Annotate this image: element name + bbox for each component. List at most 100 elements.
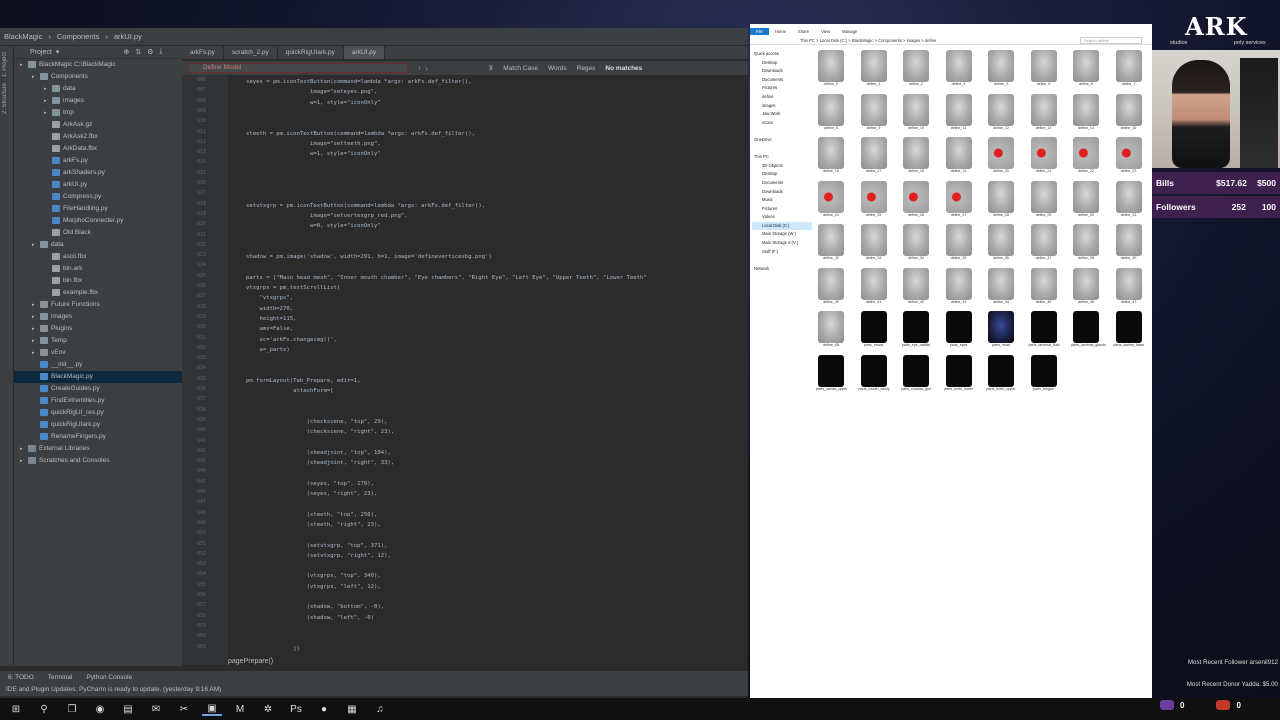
image-thumbnail[interactable]: define_38 [1071,224,1101,264]
image-thumbnail[interactable]: define_18 [901,137,931,177]
expand-arrow-icon[interactable]: ▸ [44,107,52,119]
code-line[interactable]: (vtxgrps, "top", 340), [246,571,381,581]
nav-pane-item[interactable]: Network [752,265,812,274]
image-thumbnail[interactable]: define_24 [816,180,846,221]
code-line[interactable]: a=_parts) [246,345,289,355]
collapse-icon[interactable]: ⇅ [135,48,141,56]
image-thumbnail[interactable]: define_39 [1114,224,1144,264]
image-thumbnail[interactable]: define_8 [816,93,846,134]
tree-item[interactable]: __init__.py [14,359,182,371]
nav-pane-item[interactable]: Downloads [752,188,812,197]
code-line[interactable]: vtxgrps = pm.textScrollList( [246,283,340,293]
image-thumbnail[interactable]: parts_lashes_upper [816,354,848,395]
code-line[interactable]: (checkscene, "right", 23), [246,427,395,437]
expand-arrow-icon[interactable]: ▸ [20,455,28,467]
match-case-toggle[interactable]: Match Case [503,65,538,72]
structure-toolwindow-tab[interactable]: 2: Structure [2,83,8,114]
editor-tab[interactable]: quickRigUIark.py [278,46,344,59]
tree-item[interactable]: ▸ images [14,311,182,323]
locate-icon[interactable]: ⊕ [123,48,129,56]
image-thumbnail[interactable]: define_12 [986,93,1016,134]
code-line[interactable]: (sheadjoint, "right", 33), [246,458,395,468]
greenshot-icon[interactable]: ▦ [342,702,362,716]
expand-arrow-icon[interactable]: ▸ [44,83,52,95]
tree-item[interactable]: ArkData.fbx [14,143,182,155]
nav-pane-item[interactable]: This PC [752,153,812,162]
code-line[interactable]: sc='arkFs.changeimg()', [246,335,336,345]
code-line[interactable]: "vtxgrps", [246,293,293,303]
image-thumbnail[interactable]: define_3 [944,50,974,90]
nav-pane-item[interactable]: Downloads [752,67,812,76]
expand-arrow-icon[interactable]: ▸ [32,335,40,347]
nav-pane-item[interactable]: Main Storage (W:) [752,230,812,239]
image-thumbnail[interactable]: parts_brows [859,311,889,351]
tree-item[interactable]: ▸ vEnv [14,347,182,359]
editor-tab[interactable]: arkUI.py [343,46,386,59]
tree-item[interactable]: example.fbx [14,287,182,299]
nav-pane-item[interactable] [752,127,812,136]
nav-pane-item[interactable] [752,256,812,265]
editor-tab[interactable]: arkFs.py [182,46,224,59]
code-line[interactable]: w=1, style="iconOnly" [246,98,381,108]
code-line[interactable]: image="setvertexgrp_red.png", [246,211,408,221]
tree-item[interactable]: MorphoConnecter.py [14,215,182,227]
image-thumbnail[interactable]: define_1 [859,50,889,90]
code-line[interactable]: steeth = pm.iconTextButton(command=lambd… [246,129,475,139]
nav-pane-item[interactable]: OneDrive [752,136,812,145]
nav-project[interactable]: BlackMagic [4,32,42,41]
code-line[interactable]: ]) [246,644,300,654]
tree-item[interactable]: quickRigUI_res.py [14,407,182,419]
file-explorer-icon[interactable]: ▤ [118,702,138,716]
image-thumbnail[interactable]: parts_eye_middle [901,311,931,351]
code-line[interactable]: (shadow, "bottom", -0), [246,602,384,612]
image-thumbnail[interactable]: define_29 [1029,180,1059,221]
nav-pane-item[interactable]: Desktop [752,59,812,68]
nav-pane-item[interactable]: Videos [752,213,812,222]
image-thumbnail[interactable]: define_32 [816,224,846,264]
nav-pane-item[interactable]: Main Storage 2 (V:) [752,239,812,248]
tree-item[interactable]: quickRigUIark.py [14,419,182,431]
image-thumbnail[interactable]: define_23 [1114,137,1144,177]
image-thumbnail[interactable]: define_20 [986,137,1016,177]
image-thumbnail[interactable]: define_34 [901,224,931,264]
image-thumbnail[interactable]: define_16 [816,137,846,177]
chrome-icon[interactable]: ◉ [90,702,110,716]
image-thumbnail[interactable]: parts_lacrimal_glands [1071,311,1106,351]
project-panel-header[interactable]: Project ▾ ⊕ ⇅ ⚙ ⤓ [14,46,182,59]
image-thumbnail[interactable]: define_22 [1071,137,1101,177]
nav-pane-item[interactable]: Stuff (F:) [752,248,812,257]
tree-item[interactable]: arkUI.py [14,179,182,191]
nav-pane-item[interactable]: Music [752,196,812,205]
pycharm-icon[interactable]: ▣ [202,702,222,716]
image-thumbnail[interactable]: parts_shadow_goo [901,354,931,395]
image-thumbnail[interactable]: define_13 [1029,93,1059,134]
image-thumbnail[interactable]: define_45 [1029,267,1059,308]
tree-item[interactable]: ArkAsk.gz [14,119,182,131]
code-line[interactable]: (seyes, "right", 23), [246,489,378,499]
tree-item[interactable]: ▸ Future Functions [14,299,182,311]
terminal-tab[interactable]: Terminal [48,674,73,681]
filter-icon[interactable]: ⊻ [489,64,494,72]
next-match-icon[interactable]: ↓ [425,65,428,72]
tree-item[interactable]: bin.fbx [14,275,182,287]
ribbon-tab[interactable]: View [815,28,836,35]
code-line[interactable]: (seyes, "top", 179), [246,479,374,489]
image-thumbnail[interactable]: define_4 [986,50,1016,90]
code-line[interactable]: (sheadjoint, "top", 104), [246,448,391,458]
image-thumbnail[interactable]: define_7 [1114,50,1144,90]
image-thumbnail[interactable]: define_36 [986,224,1016,264]
nav-pane-item[interactable]: Jaw Work [752,110,812,119]
code-line[interactable]: (checkscene, "top", 29), [246,417,388,427]
image-thumbnail[interactable]: parts_head [986,311,1016,351]
chevron-down-icon[interactable]: ▾ [56,48,60,56]
image-thumbnail[interactable]: define_42 [901,267,931,308]
nav-pane-item[interactable]: Documents [752,76,812,85]
code-line[interactable]: pm.formLayout(Tab_Prepare, edit=1, [246,376,361,386]
nav-pane-item[interactable]: vCam [752,119,812,128]
task-view-icon[interactable]: ❐ [62,702,82,716]
image-thumbnail[interactable]: define_0 [816,50,846,90]
windows-start-icon[interactable]: ⊞ [6,702,26,716]
image-thumbnail[interactable]: define_28 [986,180,1016,221]
tree-item[interactable]: ▸ BlackMagic C:\BlackMagic [14,59,182,71]
expand-arrow-icon[interactable]: ▸ [44,95,52,107]
